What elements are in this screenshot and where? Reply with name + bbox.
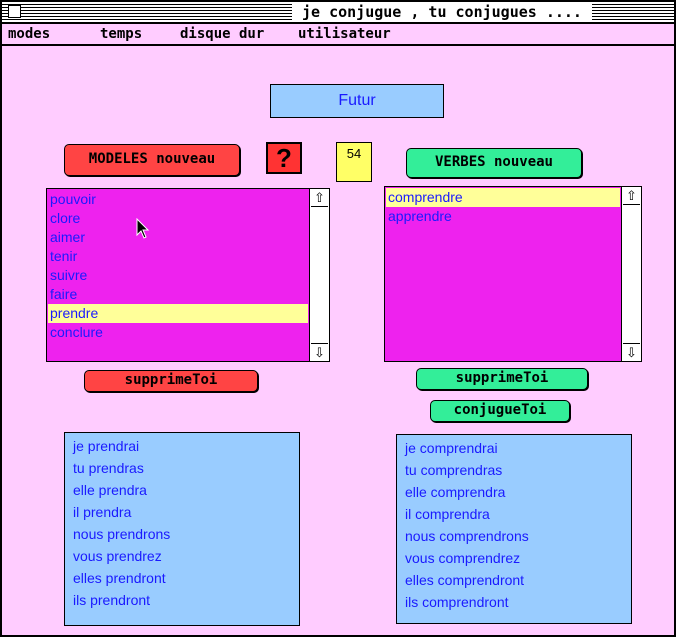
- tense-field[interactable]: Futur: [270, 84, 444, 118]
- verbs-list[interactable]: comprendre apprendre ⇧ ⇩: [384, 186, 642, 362]
- conjugation-line: ils comprendront: [405, 594, 509, 610]
- title-bar[interactable]: je conjugue , tu conjugues ....: [2, 2, 674, 24]
- conjugation-line: vous comprendrez: [405, 550, 521, 566]
- model-list-item[interactable]: conclure: [48, 323, 308, 342]
- menu-modes[interactable]: modes: [8, 24, 50, 44]
- model-list-item[interactable]: aimer: [48, 228, 308, 247]
- menu-utilisateur[interactable]: utilisateur: [298, 24, 391, 44]
- models-list[interactable]: pouvoir clore aimer tenir suivre faire prendre…: [46, 188, 330, 362]
- mouse-pointer-icon: [136, 218, 150, 239]
- verbs-list-items: comprendre apprendre: [386, 188, 620, 226]
- modeles-nouveau-button[interactable]: MODELES nouveau: [64, 144, 240, 176]
- close-box-icon[interactable]: [8, 5, 21, 18]
- verb-conjugation-panel: je comprendrai tu comprendras elle compren…: [396, 434, 632, 624]
- menu-bar: modes temps disque dur utilisateur: [2, 24, 674, 46]
- model-list-item[interactable]: pouvoir: [48, 190, 308, 209]
- counter-field: 54: [336, 142, 372, 182]
- conjugation-line: elle prendra: [73, 482, 147, 498]
- conjugation-line: elles prendront: [73, 570, 166, 586]
- conjugation-line: je comprendrai: [405, 440, 498, 456]
- help-button[interactable]: ?: [266, 142, 302, 174]
- window-title: je conjugue , tu conjugues ....: [292, 2, 592, 22]
- verbs-scrollbar[interactable]: ⇧ ⇩: [621, 187, 641, 361]
- verbes-nouveau-button[interactable]: VERBES nouveau: [406, 148, 582, 178]
- conjugation-line: il prendra: [73, 504, 132, 520]
- model-list-item[interactable]: faire: [48, 285, 308, 304]
- scroll-up-arrow-icon[interactable]: ⇧: [623, 187, 640, 205]
- scroll-down-arrow-icon[interactable]: ⇩: [623, 343, 640, 361]
- conjugation-line: tu comprendras: [405, 462, 503, 478]
- model-list-item[interactable]: prendre: [48, 304, 308, 323]
- model-list-item[interactable]: suivre: [48, 266, 308, 285]
- conjugation-line: elle comprendra: [405, 484, 506, 500]
- model-conjugation-panel: je prendrai tu prendras elle prendra il pre…: [64, 432, 300, 626]
- conjugation-line: ils prendront: [73, 592, 151, 608]
- conjugation-line: je prendrai: [73, 438, 140, 454]
- menu-disque-dur[interactable]: disque dur: [180, 24, 264, 44]
- right-supprime-button[interactable]: supprimeToi: [416, 368, 588, 390]
- model-list-item[interactable]: tenir: [48, 247, 308, 266]
- conjugue-button[interactable]: conjugueToi: [430, 400, 570, 422]
- conjugation-line: tu prendras: [73, 460, 144, 476]
- left-supprime-button[interactable]: supprimeToi: [84, 370, 258, 392]
- conjugation-line: nous prendrons: [73, 526, 171, 542]
- conjugation-line: il comprendra: [405, 506, 490, 522]
- conjugation-line: elles comprendront: [405, 572, 525, 588]
- models-list-items: pouvoir clore aimer tenir suivre faire prendre…: [48, 190, 308, 342]
- conjugation-line: nous comprendrons: [405, 528, 529, 544]
- menu-temps[interactable]: temps: [100, 24, 142, 44]
- conjugation-line: vous prendrez: [73, 548, 162, 564]
- scroll-up-arrow-icon[interactable]: ⇧: [311, 189, 328, 207]
- models-scrollbar[interactable]: ⇧ ⇩: [309, 189, 329, 361]
- app-window: je conjugue , tu conjugues .... modes te…: [0, 0, 676, 637]
- verb-list-item[interactable]: apprendre: [386, 207, 620, 226]
- model-list-item[interactable]: clore: [48, 209, 308, 228]
- scroll-down-arrow-icon[interactable]: ⇩: [311, 343, 328, 361]
- verb-list-item[interactable]: comprendre: [386, 188, 620, 207]
